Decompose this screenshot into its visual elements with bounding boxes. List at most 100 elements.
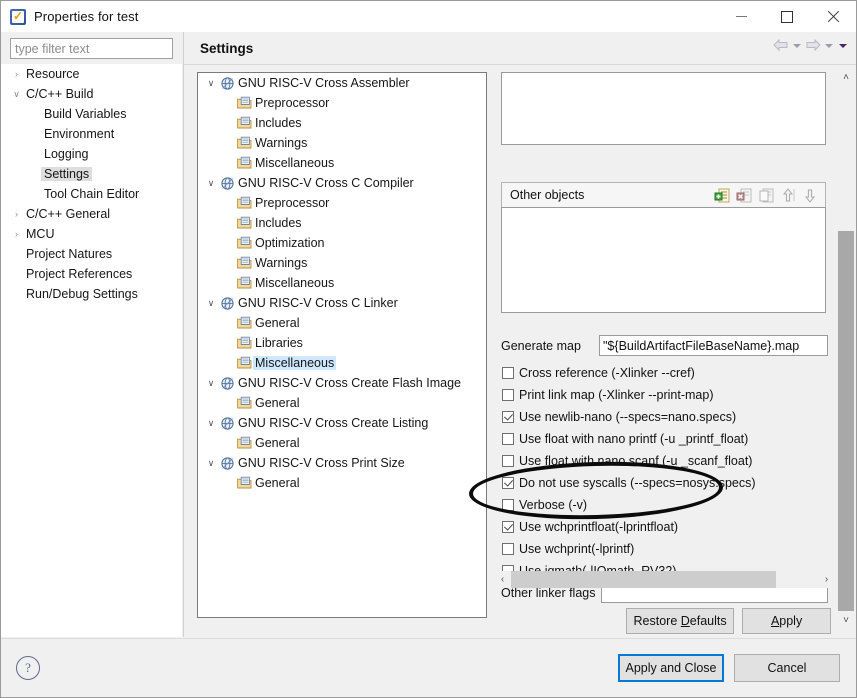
sidebar-item-tool-chain-editor[interactable]: Tool Chain Editor xyxy=(1,184,182,204)
sidebar-item-mcu[interactable]: › MCU xyxy=(1,224,182,244)
hscroll-track[interactable] xyxy=(511,571,818,588)
checkbox-use-float-with-nano-printf-u-printf-float[interactable]: Use float with nano printf (-u _printf_f… xyxy=(502,428,748,449)
sidebar-item-logging[interactable]: Logging xyxy=(1,144,182,164)
chevron-right-icon[interactable]: › xyxy=(10,64,23,84)
apply-mnemonic: A xyxy=(770,614,780,628)
checkbox-use-newlib-nano-specs-nano-specs[interactable]: Use newlib-nano (--specs=nano.specs) xyxy=(502,406,736,427)
tree-item-miscellaneous[interactable]: Miscellaneous xyxy=(198,153,486,173)
forward-menu-chevron-down-icon[interactable] xyxy=(822,38,836,54)
delete-icon[interactable] xyxy=(736,187,753,204)
chevron-down-icon[interactable]: ∨ xyxy=(204,298,218,309)
back-arrow-icon[interactable] xyxy=(772,38,790,54)
forward-arrow-icon[interactable] xyxy=(804,38,822,54)
checkbox-indicator[interactable] xyxy=(502,476,514,489)
sidebar-item-c-c-general[interactable]: › C/C++ General xyxy=(1,204,182,224)
sidebar-item-project-references[interactable]: Project References xyxy=(1,264,182,284)
upper-list-box[interactable] xyxy=(501,72,826,145)
checkbox-indicator[interactable] xyxy=(502,410,514,423)
close-button[interactable] xyxy=(810,1,856,32)
tree-item-general[interactable]: General xyxy=(198,393,486,413)
checkbox-use-wchprintfloat-lprintfloat[interactable]: Use wchprintfloat(-lprintfloat) xyxy=(502,516,678,537)
chevron-right-icon[interactable]: › xyxy=(10,204,23,224)
vscroll-thumb[interactable] xyxy=(838,231,854,611)
sidebar-item-settings[interactable]: Settings xyxy=(1,164,182,184)
generate-map-input[interactable] xyxy=(599,335,828,356)
sidebar-item-build-variables[interactable]: Build Variables xyxy=(1,104,182,124)
checkbox-indicator[interactable] xyxy=(502,498,514,511)
chevron-down-icon[interactable]: ∨ xyxy=(10,84,23,104)
add-icon[interactable] xyxy=(714,187,731,204)
search-input[interactable] xyxy=(10,38,173,59)
checkbox-use-float-with-nano-scanf-u-scanf-float[interactable]: Use float with nano scanf (-u _scanf_flo… xyxy=(502,450,752,471)
sidebar-item-environment[interactable]: Environment xyxy=(1,124,182,144)
checkbox-do-not-use-syscalls-specs-nosys-specs[interactable]: Do not use syscalls (--specs=nosys.specs… xyxy=(502,472,756,493)
checkbox-indicator[interactable] xyxy=(502,432,514,445)
sidebar-item-project-natures[interactable]: Project Natures xyxy=(1,244,182,264)
checkbox-indicator[interactable] xyxy=(502,366,514,379)
tool-settings-tree[interactable]: ∨ GNU RISC-V Cross Assembler Preprocessor I… xyxy=(197,72,487,618)
tree-item-preprocessor[interactable]: Preprocessor xyxy=(198,193,486,213)
page-button-row: Restore Defaults Apply xyxy=(626,608,831,634)
tree-item-warnings[interactable]: Warnings xyxy=(198,253,486,273)
tree-item-gnu-risc-v-cross-print-size[interactable]: ∨ GNU RISC-V Cross Print Size xyxy=(198,453,486,473)
help-icon[interactable]: ? xyxy=(16,656,40,680)
page-title: Settings xyxy=(200,40,254,56)
scroll-down-icon[interactable]: ˅ xyxy=(837,612,855,629)
chevron-down-icon[interactable]: ∨ xyxy=(204,78,218,89)
minimize-button[interactable] xyxy=(718,1,764,32)
tree-item-preprocessor[interactable]: Preprocessor xyxy=(198,93,486,113)
chevron-down-icon[interactable]: ∨ xyxy=(204,418,218,429)
sidebar-item-run-debug-settings[interactable]: Run/Debug Settings xyxy=(1,284,182,304)
scroll-left-icon[interactable]: ‹ xyxy=(494,571,511,588)
checkbox-print-link-map-xlinker-print-map[interactable]: Print link map (-Xlinker --print-map) xyxy=(502,384,713,405)
properties-category-tree[interactable]: › Resource ∨ C/C++ Build Build Variables Envi… xyxy=(1,64,182,637)
checkbox-indicator[interactable] xyxy=(502,454,514,467)
checkbox-indicator[interactable] xyxy=(502,388,514,401)
back-menu-chevron-down-icon[interactable] xyxy=(790,38,804,54)
sidebar-item-c-c-build[interactable]: ∨ C/C++ Build xyxy=(1,84,182,104)
tree-item-general[interactable]: General xyxy=(198,433,486,453)
horizontal-scrollbar[interactable]: ‹ › xyxy=(494,571,835,588)
tree-item-miscellaneous[interactable]: Miscellaneous xyxy=(198,353,486,373)
scroll-up-icon[interactable]: ˄ xyxy=(837,69,855,86)
move-down-icon[interactable] xyxy=(802,187,819,204)
other-objects-list[interactable] xyxy=(501,207,826,313)
tree-item-warnings[interactable]: Warnings xyxy=(198,133,486,153)
checkbox-use-wchprint-lprintf[interactable]: Use wchprint(-lprintf) xyxy=(502,538,634,559)
tree-item-general[interactable]: General xyxy=(198,313,486,333)
checkbox-cross-reference-xlinker-cref[interactable]: Cross reference (-Xlinker --cref) xyxy=(502,362,695,383)
tool-icon xyxy=(218,76,236,91)
tree-item-gnu-risc-v-cross-c-compiler[interactable]: ∨ GNU RISC-V Cross C Compiler xyxy=(198,173,486,193)
checkbox-label: Verbose (-v) xyxy=(519,497,588,512)
hscroll-thumb[interactable] xyxy=(511,571,776,588)
apply-button[interactable]: Apply xyxy=(742,608,831,634)
edit-icon[interactable] xyxy=(758,187,775,204)
chevron-down-icon[interactable]: ∨ xyxy=(204,378,218,389)
tree-item-gnu-risc-v-cross-assembler[interactable]: ∨ GNU RISC-V Cross Assembler xyxy=(198,73,486,93)
tree-item-gnu-risc-v-cross-create-flash-image[interactable]: ∨ GNU RISC-V Cross Create Flash Image xyxy=(198,373,486,393)
cancel-button[interactable]: Cancel xyxy=(734,654,840,682)
tree-item-libraries[interactable]: Libraries xyxy=(198,333,486,353)
restore-defaults-button[interactable]: Restore Defaults xyxy=(626,608,735,634)
settings-header: Settings xyxy=(184,32,856,64)
tree-item-miscellaneous[interactable]: Miscellaneous xyxy=(198,273,486,293)
chevron-right-icon[interactable]: › xyxy=(10,224,23,244)
view-menu-chevron-down-icon[interactable] xyxy=(836,38,850,54)
tree-item-optimization[interactable]: Optimization xyxy=(198,233,486,253)
tree-item-general[interactable]: General xyxy=(198,473,486,493)
move-up-icon[interactable] xyxy=(780,187,797,204)
vertical-scrollbar[interactable]: ˄ ˅ xyxy=(837,69,855,629)
maximize-button[interactable] xyxy=(764,1,810,32)
checkbox-verbose-v[interactable]: Verbose (-v) xyxy=(502,494,587,515)
tree-item-gnu-risc-v-cross-create-listing[interactable]: ∨ GNU RISC-V Cross Create Listing xyxy=(198,413,486,433)
tree-item-gnu-risc-v-cross-c-linker[interactable]: ∨ GNU RISC-V Cross C Linker xyxy=(198,293,486,313)
apply-and-close-button[interactable]: Apply and Close xyxy=(618,654,724,682)
chevron-down-icon[interactable]: ∨ xyxy=(204,178,218,189)
tree-item-includes[interactable]: Includes xyxy=(198,113,486,133)
sidebar-item-resource[interactable]: › Resource xyxy=(1,64,182,84)
checkbox-indicator[interactable] xyxy=(502,542,514,555)
scroll-right-icon[interactable]: › xyxy=(818,571,835,588)
chevron-down-icon[interactable]: ∨ xyxy=(204,458,218,469)
checkbox-indicator[interactable] xyxy=(502,520,514,533)
tree-item-includes[interactable]: Includes xyxy=(198,213,486,233)
